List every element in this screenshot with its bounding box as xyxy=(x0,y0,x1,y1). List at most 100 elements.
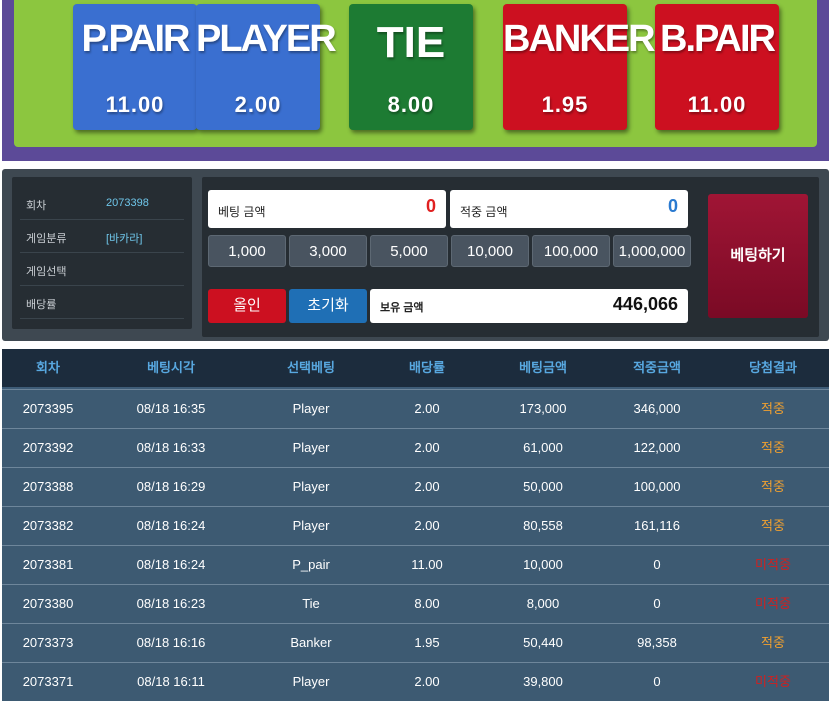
bet-option-odds: 8.00 xyxy=(387,92,435,117)
cell-win-amount: 346,000 xyxy=(633,401,681,416)
bet-option-name: BANKER xyxy=(503,18,656,60)
table-row: 2073395 08/18 16:35 Player 2.00 173,000 346,0… xyxy=(2,389,829,428)
bet-option-odds: 1.95 xyxy=(541,92,589,117)
cell-win-amount: 161,116 xyxy=(633,518,681,533)
table-row: 2073373 08/18 16:16 Banker 1.95 50,440 98,358… xyxy=(2,623,829,662)
cell-odds: 2.00 xyxy=(414,401,440,416)
chip-3000-button[interactable]: 3,000 xyxy=(289,235,367,267)
cell-odds: 2.00 xyxy=(414,518,440,533)
info-category: 게임분류 [바카라] xyxy=(20,220,184,253)
cell-result: 미적중 xyxy=(755,557,791,572)
cell-result: 적중 xyxy=(761,401,785,416)
bet-option-name: P.PAIR xyxy=(81,18,191,60)
cell-result: 적중 xyxy=(761,440,785,455)
bet-option-p-pair[interactable]: P.PAIR 11.00 xyxy=(73,4,197,130)
cell-odds: 11.00 xyxy=(411,557,443,572)
win-amount-field: 적중 금액 0 xyxy=(450,190,688,228)
header-bet-time: 베팅시각 xyxy=(147,360,195,375)
bet-amount-value: 0 xyxy=(425,196,436,216)
cell-bet-amount: 50,440 xyxy=(523,635,563,650)
table-row: 2073382 08/18 16:24 Player 2.00 80,558 161,11… xyxy=(2,506,829,545)
cell-odds: 2.00 xyxy=(414,674,440,689)
chip-1000000-button[interactable]: 1,000,000 xyxy=(613,235,691,267)
cell-round: 2073371 xyxy=(22,674,74,689)
cell-selection: Banker xyxy=(290,635,332,650)
reset-button[interactable]: 초기화 xyxy=(289,289,367,323)
bet-option-player[interactable]: PLAYER 2.00 xyxy=(196,4,337,130)
info-select-label: 게임선택 xyxy=(26,266,67,278)
cell-win-amount: 100,000 xyxy=(633,479,681,494)
chip-5000-button[interactable]: 5,000 xyxy=(370,235,448,267)
cell-round: 2073381 xyxy=(22,557,74,572)
header-result: 당첨결과 xyxy=(749,360,797,375)
cell-odds: 8.00 xyxy=(414,596,440,611)
cell-odds: 1.95 xyxy=(414,635,440,650)
cell-win-amount: 122,000 xyxy=(633,440,681,455)
table-row: 2073392 08/18 16:33 Player 2.00 61,000 122,00… xyxy=(2,428,829,467)
place-bet-button[interactable]: 베팅하기 xyxy=(708,194,808,318)
table-row: 2073381 08/18 16:24 P_pair 11.00 10,000 0 미적중 xyxy=(2,545,829,584)
cell-round: 2073373 xyxy=(22,635,74,650)
table-row: 2073371 08/18 16:11 Player 2.00 39,800 0 미적중 xyxy=(2,662,829,701)
cell-round: 2073392 xyxy=(22,440,74,455)
cell-odds: 2.00 xyxy=(414,479,440,494)
cell-selection: Player xyxy=(292,440,330,455)
cell-selection: Tie xyxy=(302,596,320,611)
cell-bet-time: 08/18 16:11 xyxy=(137,674,205,689)
info-category-label: 게임분류 xyxy=(26,233,67,245)
cell-bet-amount: 173,000 xyxy=(519,401,567,416)
cell-win-amount: 0 xyxy=(653,557,661,572)
cell-bet-amount: 39,800 xyxy=(523,674,563,689)
cell-result: 적중 xyxy=(761,479,785,494)
cell-selection: Player xyxy=(292,674,330,689)
balance-value: 446,066 xyxy=(612,294,678,314)
chip-1000-button[interactable]: 1,000 xyxy=(208,235,286,267)
table-body: 2073395 08/18 16:35 Player 2.00 173,000 346,0… xyxy=(2,389,829,701)
header-selection: 선택베팅 xyxy=(287,360,335,375)
cell-selection: Player xyxy=(292,401,330,416)
cell-round: 2073382 xyxy=(22,518,74,533)
cell-bet-time: 08/18 16:33 xyxy=(136,440,206,455)
bet-option-b-pair[interactable]: B.PAIR 11.00 xyxy=(655,4,779,130)
bet-option-banker[interactable]: BANKER 1.95 xyxy=(503,4,656,130)
cell-bet-amount: 61,000 xyxy=(523,440,563,455)
table-header: 회차 베팅시각 선택베팅 배당률 베팅금액 적중금액 당첨결과 xyxy=(2,349,829,389)
cell-win-amount: 98,358 xyxy=(637,635,677,650)
cell-win-amount: 0 xyxy=(653,596,661,611)
bet-option-odds: 11.00 xyxy=(687,92,747,117)
info-category-value: [바카라] xyxy=(106,233,143,245)
win-amount-label: 적중 금액 xyxy=(460,205,508,219)
cell-result: 적중 xyxy=(761,518,785,533)
cell-selection: Player xyxy=(292,518,330,533)
info-round: 회차 2073398 xyxy=(20,187,184,220)
info-round-label: 회차 xyxy=(26,200,47,212)
cell-bet-time: 08/18 16:23 xyxy=(136,596,206,611)
cell-bet-amount: 8,000 xyxy=(526,596,560,611)
cell-selection: P_pair xyxy=(292,557,330,572)
bet-controls: 베팅 금액 0 적중 금액 0 1,000 3,000 5,000 10,000… xyxy=(202,177,819,337)
cell-round: 2073395 xyxy=(22,401,74,416)
chip-10000-button[interactable]: 10,000 xyxy=(451,235,529,267)
cell-bet-time: 08/18 16:24 xyxy=(136,557,206,572)
header-bet-amount: 베팅금액 xyxy=(519,360,567,375)
bet-option-name: PLAYER xyxy=(196,18,337,60)
header-odds: 배당률 xyxy=(409,360,445,375)
cell-bet-time: 08/18 16:29 xyxy=(136,479,206,494)
allin-button[interactable]: 올인 xyxy=(208,289,286,323)
balance-field: 보유 금액 446,066 xyxy=(370,289,688,323)
win-amount-value: 0 xyxy=(667,196,678,216)
header-win-amount: 적중금액 xyxy=(633,360,681,375)
betting-panel: 회차 2073398 게임분류 [바카라] 게임선택 배당률 베팅 금액 0 적… xyxy=(2,169,829,341)
bet-history-table: 회차 베팅시각 선택베팅 배당률 베팅금액 적중금액 당첨결과 2073395 0… xyxy=(2,349,829,701)
game-info: 회차 2073398 게임분류 [바카라] 게임선택 배당률 xyxy=(12,177,192,329)
betting-board: P.PAIR 11.00 PLAYER 2.00 TIE 8.00 BANKER… xyxy=(2,0,829,161)
chip-100000-button[interactable]: 100,000 xyxy=(532,235,610,267)
bet-amount-field: 베팅 금액 0 xyxy=(208,190,446,228)
cell-odds: 2.00 xyxy=(414,440,440,455)
cell-round: 2073380 xyxy=(22,596,74,611)
cell-bet-time: 08/18 16:35 xyxy=(136,401,206,416)
header-round: 회차 xyxy=(36,360,60,375)
table-row: 2073388 08/18 16:29 Player 2.00 50,000 100,00… xyxy=(2,467,829,506)
bet-option-tie[interactable]: TIE 8.00 xyxy=(349,4,473,130)
cell-bet-amount: 50,000 xyxy=(523,479,563,494)
